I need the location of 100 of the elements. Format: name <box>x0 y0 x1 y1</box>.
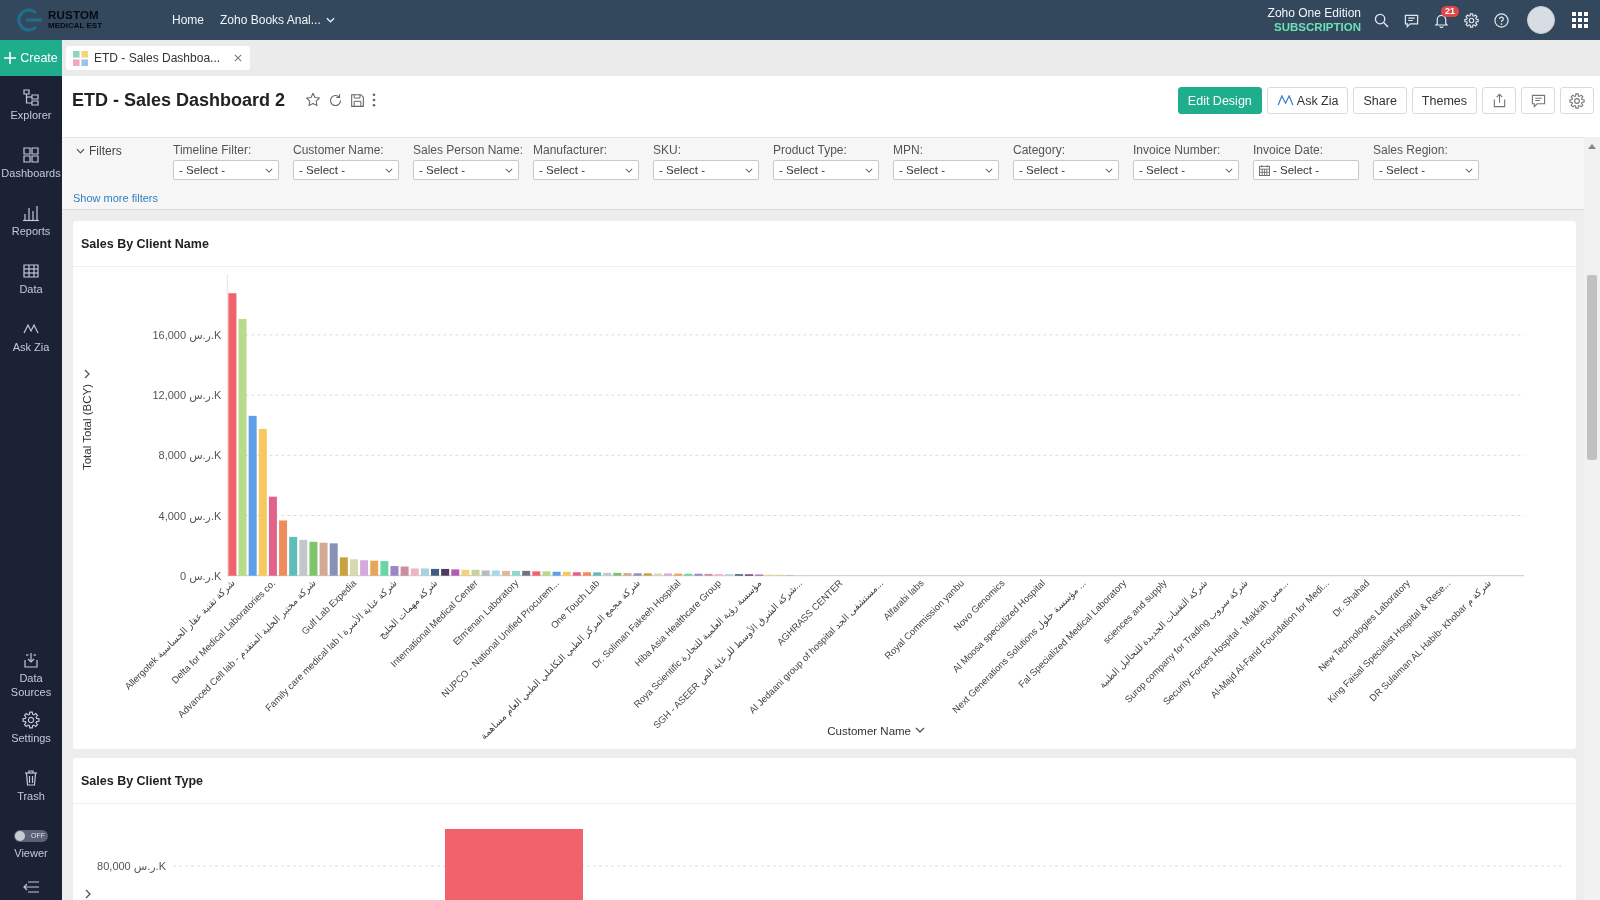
select-dropdown[interactable]: - Select - <box>1133 160 1239 180</box>
y-axis-label: 80,000 ر.س.K <box>97 860 166 872</box>
filter-label: Timeline Filter: <box>173 143 253 158</box>
upload-icon <box>1491 93 1507 108</box>
star-icon[interactable] <box>305 92 322 108</box>
select-dropdown[interactable]: - Select - <box>893 160 999 180</box>
chart-bar <box>664 573 672 576</box>
chart-bar <box>349 559 358 576</box>
chevron-down-icon <box>625 167 633 173</box>
speech-bubble-icon <box>1530 93 1546 108</box>
chevron-right-icon[interactable] <box>85 889 91 899</box>
y-axis-label: 0 ر.س.K <box>179 569 222 582</box>
calendar-icon <box>1259 164 1270 176</box>
color-tiles-icon <box>73 50 88 66</box>
chart-bar <box>370 560 379 576</box>
toolbar-button[interactable]: Share <box>1353 87 1407 114</box>
chart-bar <box>431 568 439 576</box>
panel-title: Sales By Client Type <box>81 773 204 788</box>
filter-label: MPN: <box>893 143 924 158</box>
toolbar-button[interactable]: Themes <box>1411 87 1477 114</box>
bell-icon[interactable] <box>1433 12 1449 28</box>
sidebar-item[interactable]: Ask Zia <box>0 312 62 370</box>
y-axis-label: 12,000 ر.س.K <box>152 389 222 402</box>
tab[interactable]: ETD - Sales Dashboa... <box>66 46 251 70</box>
refresh-icon[interactable] <box>328 92 344 108</box>
export-button[interactable] <box>1482 87 1516 114</box>
settings-icon <box>22 711 40 729</box>
notification-badge: 21 <box>1441 6 1459 17</box>
search-icon[interactable] <box>1373 12 1389 28</box>
sidebar-item[interactable]: Explorer <box>0 80 62 138</box>
speech-bubble-icon[interactable] <box>1403 12 1419 28</box>
chevron-down-icon <box>865 167 873 173</box>
y-axis-label: 16,000 ر.س.K <box>152 328 222 341</box>
more-options-icon[interactable] <box>372 93 377 107</box>
chart-bar <box>309 541 318 576</box>
chart-bar <box>319 542 328 576</box>
x-axis-title[interactable]: Customer Name <box>827 725 911 737</box>
chevron-down-icon <box>985 167 993 173</box>
y-axis-title[interactable]: Total Total (BCY) <box>81 383 93 471</box>
scrollbar-thumb[interactable] <box>1587 275 1597 460</box>
chevron-down-icon <box>1225 167 1233 173</box>
select-dropdown[interactable]: - Select - <box>773 160 879 180</box>
sidebar-item[interactable]: Data Sources <box>0 643 62 703</box>
help-icon[interactable] <box>1493 12 1509 28</box>
select-dropdown[interactable]: - Select - <box>173 160 279 180</box>
date-field[interactable]: - Select - <box>1253 160 1359 180</box>
filter-label: SKU: <box>653 143 682 158</box>
filter-label: Customer Name: <box>293 143 385 158</box>
select-dropdown[interactable]: - Select - <box>1373 160 1479 180</box>
select-dropdown[interactable]: - Select - <box>293 160 399 180</box>
nav-link[interactable]: Zoho Books Anal... <box>220 13 335 27</box>
select-dropdown[interactable]: - Select - <box>1013 160 1119 180</box>
nav-link[interactable]: Home <box>172 13 204 27</box>
sidebar-item[interactable]: Settings <box>0 703 62 761</box>
settings-button[interactable] <box>1560 87 1594 114</box>
chevron-down-icon <box>745 167 753 173</box>
collapse-menu-icon[interactable] <box>23 881 39 893</box>
logo-tagline: MEDICAL EST <box>48 21 103 30</box>
logo-icon <box>15 7 43 33</box>
plus-icon <box>4 52 17 64</box>
chevron-right-icon[interactable] <box>84 369 90 379</box>
panel-title: Sales By Client Name <box>81 236 209 251</box>
chevron-down-icon[interactable] <box>915 727 925 733</box>
sidebar-item[interactable]: Data <box>0 254 62 312</box>
dashboard-title: ETD - Sales Dashboard 2 <box>72 89 286 112</box>
filter-label: Sales Region: <box>1373 143 1449 158</box>
save-icon[interactable] <box>350 92 366 108</box>
chart-bar <box>289 536 298 576</box>
apps-grid-icon[interactable] <box>1572 12 1588 28</box>
table-icon <box>22 262 40 280</box>
chevron-down-icon <box>505 167 513 173</box>
chevron-down-icon <box>1465 167 1473 173</box>
caret-up-icon[interactable] <box>1588 144 1596 149</box>
viewer-label: Viewer <box>14 846 48 860</box>
zigzag-icon <box>1276 95 1294 106</box>
grid-icon <box>22 146 40 164</box>
comment-button[interactable] <box>1521 87 1555 114</box>
subscription-label[interactable]: SUBSCRIPTION <box>1274 20 1361 34</box>
sidebar-item[interactable]: Dashboards <box>0 138 62 196</box>
close-icon[interactable] <box>234 54 243 62</box>
tray-arrow-icon <box>22 651 40 669</box>
filters-toggle[interactable]: Filters <box>73 143 162 159</box>
chart-bar <box>400 566 409 576</box>
show-more-filters-link[interactable]: Show more filters <box>73 191 158 205</box>
logo-name: RUSTOM <box>48 10 100 22</box>
chevron-down-icon <box>1105 167 1113 173</box>
filter-label: Manufacturer: <box>533 143 609 158</box>
scrollbar[interactable] <box>1584 137 1600 900</box>
toolbar-button[interactable]: Ask Zia <box>1266 87 1349 114</box>
chevron-down-icon <box>385 167 393 173</box>
sidebar-item[interactable]: Reports <box>0 196 62 254</box>
avatar-icon[interactable] <box>1527 6 1555 34</box>
filter-label: Product Type: <box>773 143 848 158</box>
bar-chart-icon <box>22 204 40 222</box>
select-dropdown[interactable]: - Select - <box>653 160 759 180</box>
select-dropdown[interactable]: - Select - <box>533 160 639 180</box>
settings-icon <box>1569 92 1585 109</box>
settings-icon[interactable] <box>1463 12 1479 28</box>
sidebar-item[interactable]: Trash <box>0 761 62 819</box>
select-dropdown[interactable]: - Select - <box>413 160 519 180</box>
